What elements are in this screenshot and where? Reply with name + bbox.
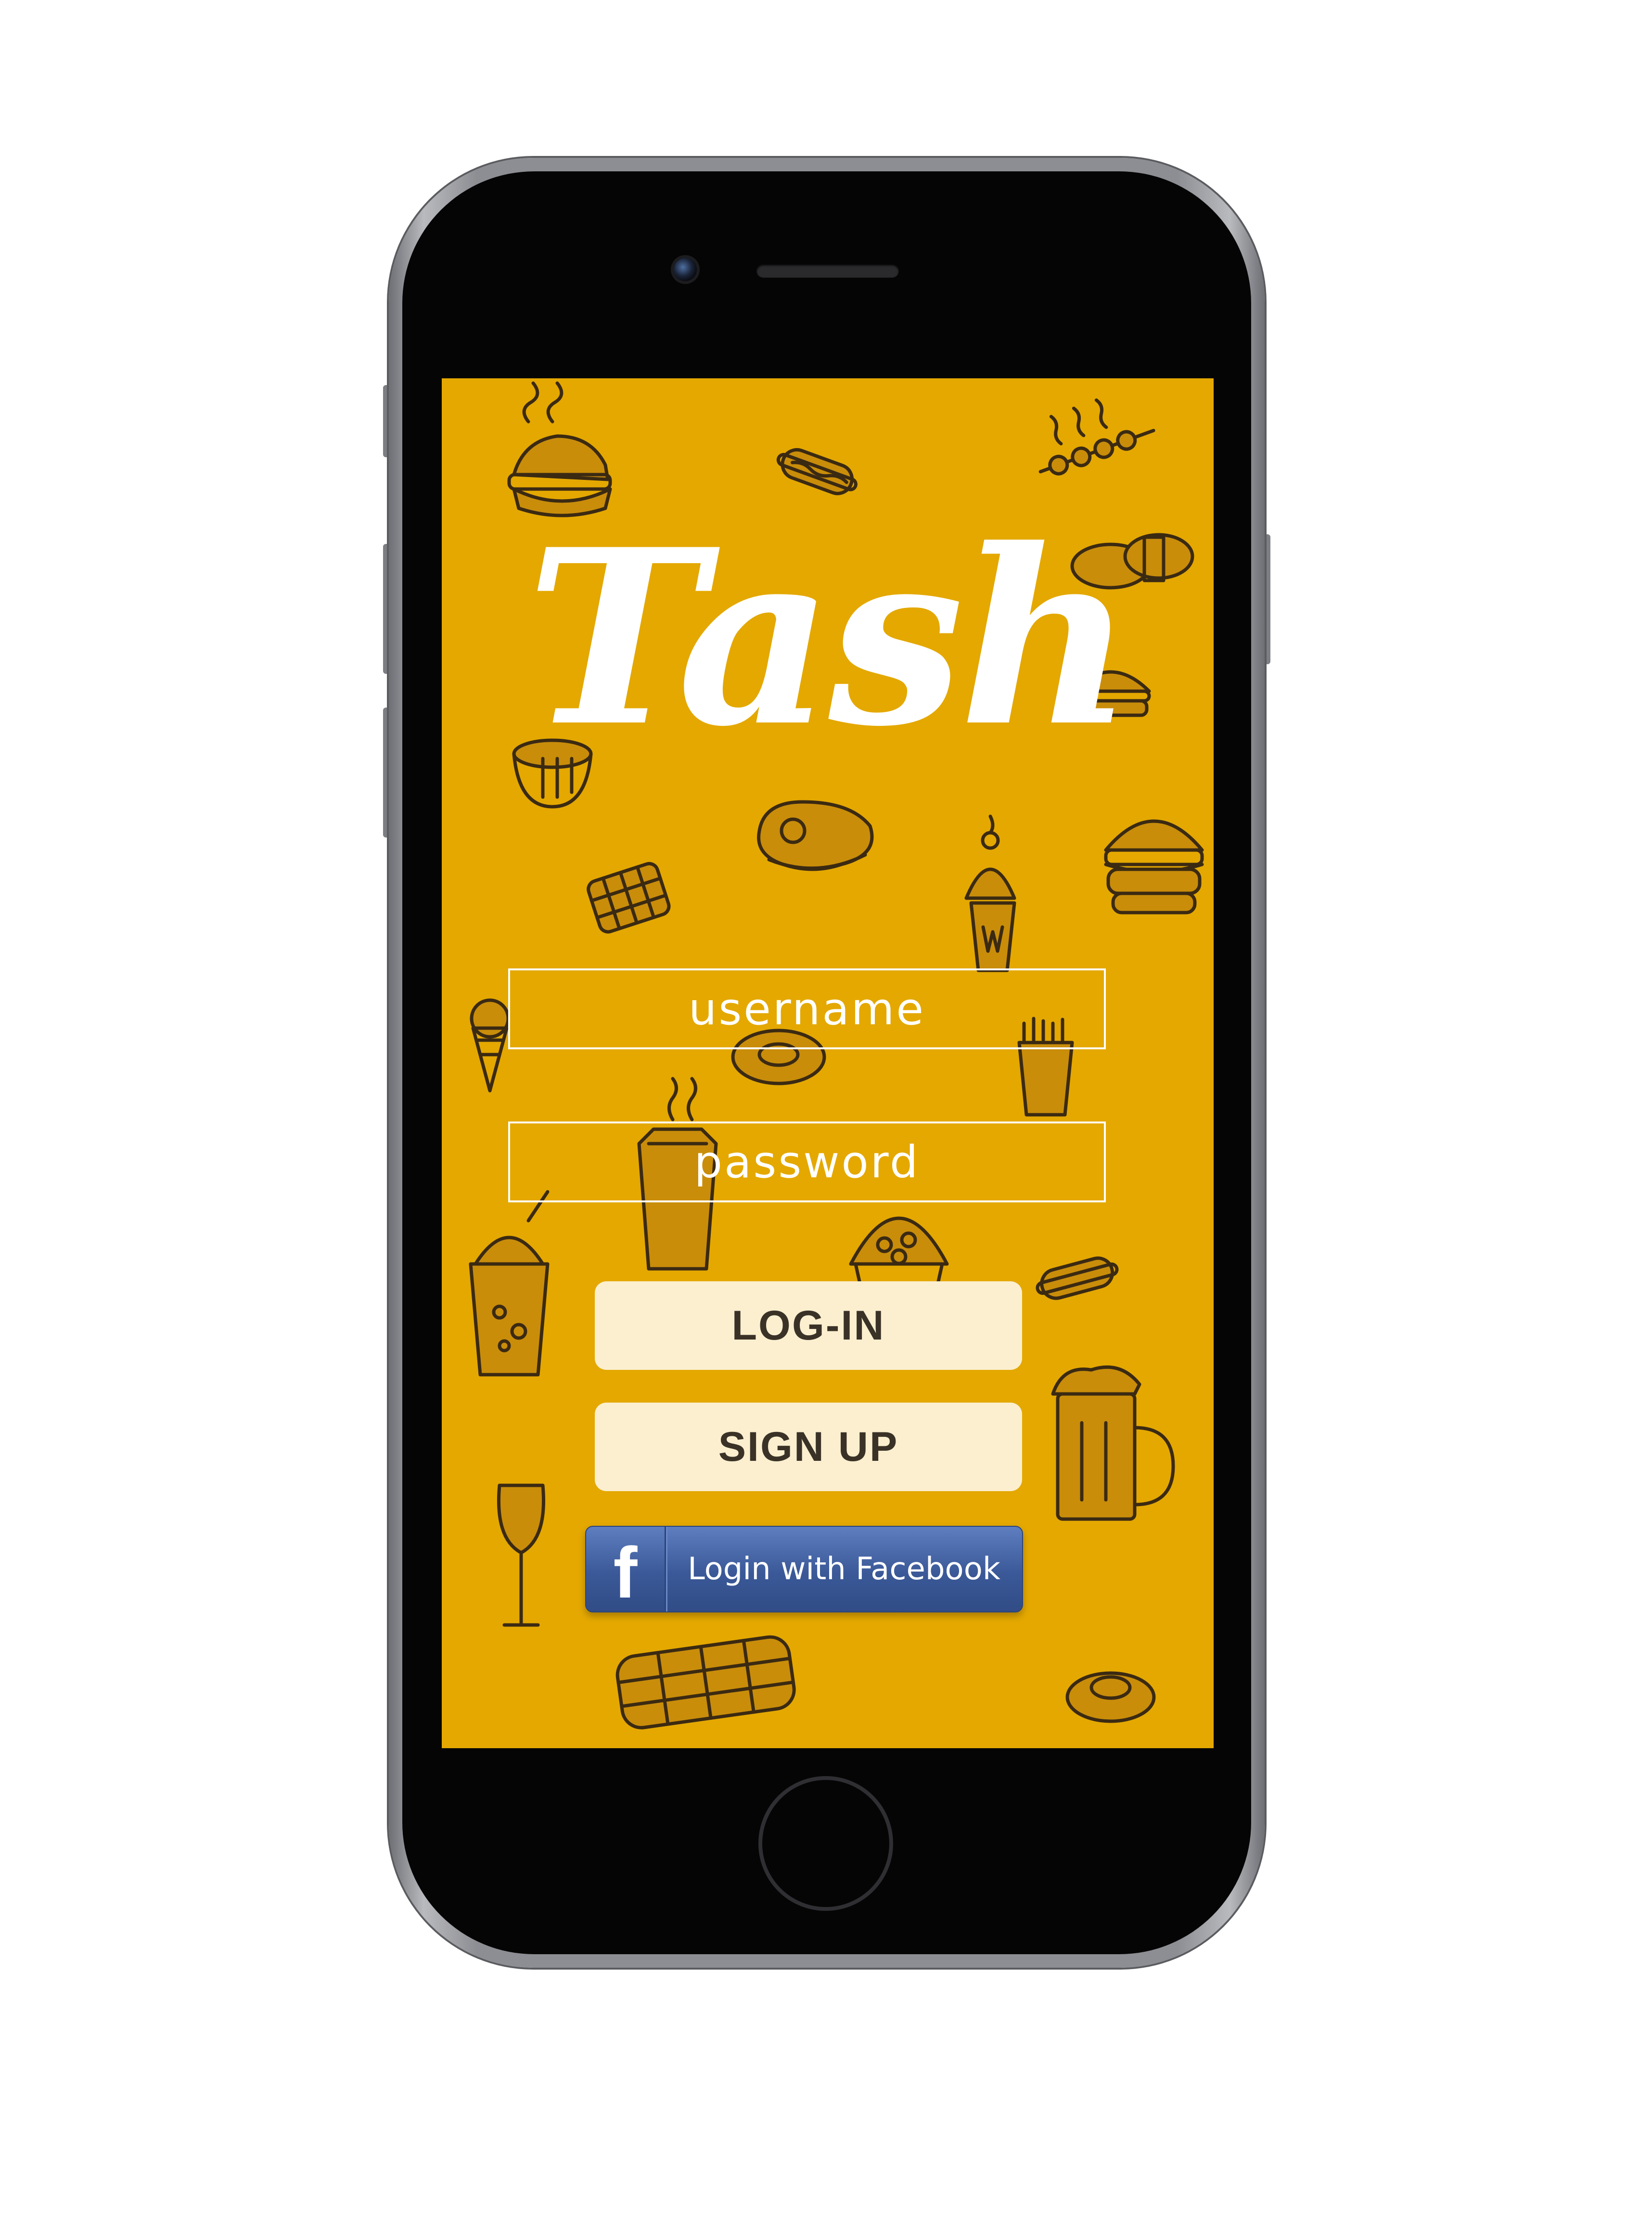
smoothie-icon (469, 1190, 550, 1377)
waffle-icon (587, 862, 671, 934)
burger-icon-large (1104, 819, 1204, 915)
skewer-icon (1038, 398, 1155, 476)
power-button (1264, 534, 1270, 664)
app-logo: Tash (526, 497, 1134, 779)
password-field[interactable] (508, 1121, 1106, 1202)
mockup-stage: Tash LOG-IN SIGN UP f Login with Faceboo… (0, 0, 1652, 2230)
wine-glass-icon (497, 1483, 546, 1627)
pancake-icon (1065, 1671, 1156, 1723)
sandwich-icon (507, 381, 612, 517)
hotdog-icon-2 (1036, 1256, 1119, 1300)
login-button[interactable]: LOG-IN (595, 1281, 1022, 1370)
ice-cream-cone-icon (470, 998, 510, 1093)
home-button[interactable] (758, 1776, 893, 1911)
app-screen: Tash LOG-IN SIGN UP f Login with Faceboo… (442, 378, 1214, 1748)
facebook-login-label: Login with Facebook (688, 1551, 1000, 1587)
earpiece-speaker (756, 264, 899, 278)
steak-icon (757, 800, 874, 871)
sundae-icon (964, 814, 1016, 972)
facebook-icon: f (586, 1527, 666, 1611)
beer-mug-icon (1051, 1365, 1175, 1521)
waffle-icon-large (615, 1635, 796, 1729)
facebook-f-glyph: f (613, 1532, 638, 1613)
facebook-login-button[interactable]: f Login with Facebook (585, 1526, 1023, 1612)
front-camera-icon (674, 258, 697, 281)
hotdog-icon (776, 448, 858, 495)
username-field[interactable] (508, 968, 1106, 1049)
signup-button[interactable]: SIGN UP (595, 1403, 1022, 1491)
